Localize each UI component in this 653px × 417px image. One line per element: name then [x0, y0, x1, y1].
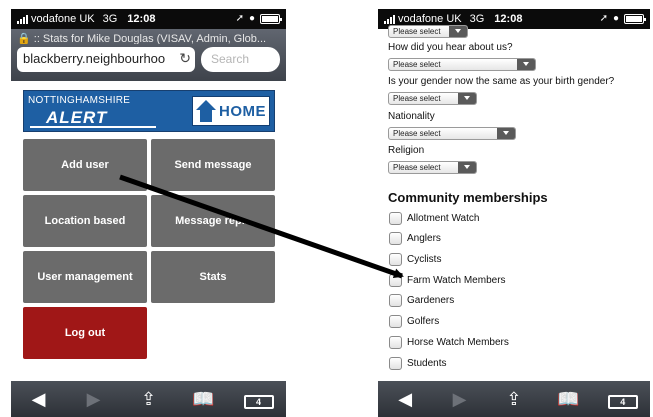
- clock: 12:08: [127, 13, 156, 25]
- section-title: Community memberships: [388, 190, 548, 205]
- phone-screenshot-left: vodafone UK 3G 12:08 ➚ ● 🔒 :: Stats for …: [11, 9, 286, 417]
- back-icon[interactable]: ◀: [390, 389, 420, 410]
- checkbox[interactable]: [389, 212, 402, 225]
- membership-item[interactable]: Horse Watch Members: [389, 336, 509, 349]
- banner-logo-county: NOTTINGHAMSHIRE: [28, 95, 131, 106]
- carrier-name: vodafone UK: [398, 13, 462, 25]
- share-icon[interactable]: ⇪: [499, 389, 529, 410]
- nationality-select[interactable]: Please select: [388, 127, 516, 140]
- location-icon: ➚: [599, 13, 608, 24]
- religion-select[interactable]: Please select: [388, 161, 477, 174]
- network-type: 3G: [102, 13, 118, 25]
- question-label: Nationality: [388, 111, 435, 122]
- stats-button[interactable]: Stats: [151, 251, 275, 303]
- send-message-button[interactable]: Send message: [151, 139, 275, 191]
- signal-icon: [17, 14, 28, 24]
- membership-item[interactable]: Students: [389, 357, 446, 370]
- search-field[interactable]: Search: [201, 47, 280, 72]
- add-user-button[interactable]: Add user: [23, 139, 147, 191]
- location-based-button[interactable]: Location based: [23, 195, 147, 247]
- lock-icon: 🔒: [17, 33, 31, 44]
- back-icon[interactable]: ◀: [24, 389, 54, 410]
- how-heard-select[interactable]: Please select: [388, 58, 536, 71]
- membership-item[interactable]: Anglers: [389, 232, 441, 245]
- alarm-icon: ●: [612, 13, 619, 24]
- share-icon[interactable]: ⇪: [134, 389, 164, 410]
- select-dropdown[interactable]: Please select: [388, 25, 468, 38]
- registration-form: Please select How did you hear about us?…: [378, 25, 650, 381]
- signal-icon: [384, 14, 395, 24]
- user-management-button[interactable]: User management: [23, 251, 147, 303]
- checkbox[interactable]: [389, 294, 402, 307]
- checkbox[interactable]: [389, 253, 402, 266]
- bookmarks-icon[interactable]: 📖: [189, 389, 219, 410]
- checkbox[interactable]: [389, 336, 402, 349]
- question-label: Religion: [388, 145, 425, 156]
- browser-toolbar: ◀ ▶ ⇪ 📖 4: [11, 381, 286, 417]
- status-bar: vodafone UK 3G 12:08 ➚ ●: [11, 9, 286, 29]
- checkbox[interactable]: [389, 357, 402, 370]
- gender-select[interactable]: Please select: [388, 92, 477, 105]
- checkbox[interactable]: [389, 232, 402, 245]
- browser-chrome: 🔒 :: Stats for Mike Douglas (VISAV, Admi…: [11, 29, 286, 81]
- membership-item[interactable]: Allotment Watch: [389, 212, 479, 225]
- membership-item[interactable]: Farm Watch Members: [389, 274, 506, 287]
- browser-toolbar: ◀ ▶ ⇪ 📖 4: [378, 381, 650, 417]
- tabs-icon: 4: [243, 394, 274, 409]
- checkbox[interactable]: [389, 274, 402, 287]
- bookmarks-icon[interactable]: 📖: [553, 389, 583, 410]
- chevron-down-icon: [517, 59, 535, 70]
- tabs-icon: 4: [607, 394, 638, 409]
- clock: 12:08: [494, 13, 523, 25]
- membership-item[interactable]: Golfers: [389, 315, 439, 328]
- phone-screenshot-right: vodafone UK 3G 12:08 ➚ ● Please select H…: [378, 9, 650, 417]
- chevron-down-icon: [449, 26, 467, 37]
- tabs-button[interactable]: 4: [243, 389, 274, 410]
- chevron-down-icon: [458, 93, 476, 104]
- page-title: 🔒 :: Stats for Mike Douglas (VISAV, Admi…: [17, 33, 267, 44]
- network-type: 3G: [469, 13, 485, 25]
- alarm-icon: ●: [248, 13, 255, 24]
- home-button[interactable]: HOME: [192, 96, 270, 126]
- checkbox[interactable]: [389, 315, 402, 328]
- carrier-name: vodafone UK: [31, 13, 95, 25]
- banner-underline: [30, 126, 156, 128]
- reload-icon[interactable]: ↻: [177, 50, 191, 67]
- chevron-down-icon: [497, 128, 515, 139]
- log-out-button[interactable]: Log out: [23, 307, 147, 359]
- question-label: Is your gender now the same as your birt…: [388, 76, 615, 87]
- message-reports-button[interactable]: Message rep...: [151, 195, 275, 247]
- membership-item[interactable]: Gardeners: [389, 294, 454, 307]
- question-label: How did you hear about us?: [388, 42, 513, 53]
- page-content: NOTTINGHAMSHIRE ALERT HOME Add user Send…: [11, 81, 286, 381]
- membership-item[interactable]: Cyclists: [389, 253, 441, 266]
- battery-icon: [260, 13, 282, 24]
- home-icon: [196, 100, 216, 122]
- battery-icon: [624, 13, 646, 24]
- forward-icon[interactable]: ▶: [445, 389, 475, 410]
- banner-logo-alert: ALERT: [46, 108, 108, 127]
- site-banner: NOTTINGHAMSHIRE ALERT HOME: [23, 90, 275, 132]
- tabs-button[interactable]: 4: [607, 389, 638, 410]
- forward-icon[interactable]: ▶: [79, 389, 109, 410]
- chevron-down-icon: [458, 162, 476, 173]
- location-icon: ➚: [235, 13, 244, 24]
- url-field[interactable]: blackberry.neighbourhoo ↻: [17, 47, 195, 72]
